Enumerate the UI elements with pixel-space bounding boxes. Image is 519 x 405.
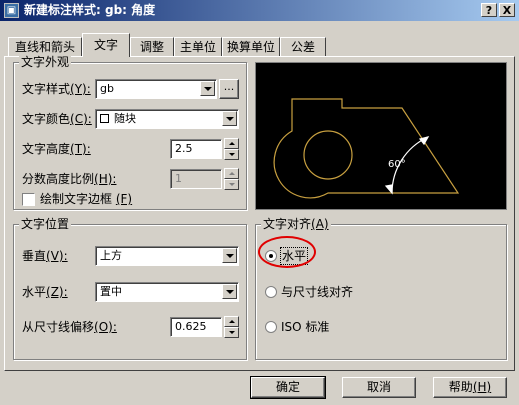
close-button[interactable]: X <box>499 3 515 17</box>
arrowhead-icon <box>384 184 393 195</box>
draw-frame-label: 绘制文字边框 (F) <box>40 192 133 206</box>
preview-hole-circle <box>303 130 353 180</box>
ok-button[interactable]: 确定 <box>250 376 326 399</box>
text-alignment-title: 文字对齐(A) <box>261 217 331 231</box>
offset-value: 0.625 <box>175 320 207 333</box>
text-style-browse-button[interactable]: ... <box>219 79 239 99</box>
text-height-input[interactable]: 2.5 <box>170 139 222 159</box>
fraction-height-label: 分数高度比例(H): <box>22 172 117 186</box>
horizontal-value: 置中 <box>100 285 122 298</box>
text-color-dropdown[interactable]: 随块 <box>95 109 239 129</box>
help-button[interactable]: 帮助(H) <box>433 377 507 398</box>
align-with-dimline-label: 与尺寸线对齐 <box>281 285 354 299</box>
vertical-label: 垂直(V): <box>22 249 68 263</box>
tab-primary-units[interactable]: 主单位 <box>174 37 222 56</box>
tab-lines-arrows[interactable]: 直线和箭头 <box>8 37 82 56</box>
fraction-height-input[interactable]: 1 <box>170 169 222 189</box>
tab-tolerances[interactable]: 公差 <box>280 37 326 56</box>
window-title: 新建标注样式: gb: 角度 <box>24 3 156 17</box>
preview-pane: 60° <box>255 62 507 210</box>
vertical-dropdown[interactable]: 上方 <box>95 246 239 266</box>
align-iso-label: ISO 标准 <box>281 320 330 334</box>
spin-up-icon[interactable] <box>224 316 239 327</box>
tab-alternate-units[interactable]: 换算单位 <box>222 37 280 56</box>
tab-text[interactable]: 文字 <box>82 33 130 57</box>
angle-dimension-text: 60° <box>388 159 406 170</box>
text-style-value: gb <box>100 82 114 95</box>
text-height-spinner[interactable] <box>224 138 239 160</box>
spin-down-icon[interactable] <box>224 327 239 338</box>
spin-down-icon[interactable] <box>224 179 239 190</box>
cancel-button[interactable]: 取消 <box>342 377 416 398</box>
vertical-value: 上方 <box>100 249 122 262</box>
horizontal-dropdown[interactable]: 置中 <box>95 282 239 302</box>
offset-label: 从尺寸线偏移(O): <box>22 320 117 334</box>
draw-frame-checkbox[interactable] <box>22 193 35 206</box>
align-with-dimline-radio[interactable] <box>265 286 277 298</box>
horizontal-label: 水平(Z): <box>22 285 68 299</box>
spin-down-icon[interactable] <box>224 149 239 160</box>
fraction-height-value: 1 <box>175 172 182 185</box>
spin-up-icon[interactable] <box>224 168 239 179</box>
text-height-label: 文字高度(T): <box>22 142 91 156</box>
dropdown-arrow-icon[interactable] <box>222 111 237 126</box>
highlight-circle <box>258 236 316 268</box>
text-appearance-title: 文字外观 <box>19 55 72 69</box>
app-icon: ▣ <box>4 3 19 18</box>
text-color-value: 随块 <box>114 112 136 125</box>
fraction-height-spinner[interactable] <box>224 168 239 190</box>
text-height-value: 2.5 <box>175 142 193 155</box>
tab-fit[interactable]: 调整 <box>130 37 174 56</box>
text-style-label: 文字样式(Y): <box>22 82 91 96</box>
preview-part-outline <box>273 98 460 199</box>
dropdown-arrow-icon[interactable] <box>200 81 215 96</box>
dimension-preview-drawing: 60° <box>273 98 460 199</box>
text-color-label: 文字颜色(C): <box>22 112 92 126</box>
text-placement-title: 文字位置 <box>19 217 72 231</box>
color-swatch-icon <box>100 114 109 123</box>
help-title-button[interactable]: ? <box>481 3 497 17</box>
dropdown-arrow-icon[interactable] <box>222 248 237 263</box>
align-iso-radio[interactable] <box>265 321 277 333</box>
offset-spinner[interactable] <box>224 316 239 338</box>
dropdown-arrow-icon[interactable] <box>222 284 237 299</box>
spin-up-icon[interactable] <box>224 138 239 149</box>
offset-input[interactable]: 0.625 <box>170 317 222 337</box>
text-style-dropdown[interactable]: gb <box>95 79 217 99</box>
